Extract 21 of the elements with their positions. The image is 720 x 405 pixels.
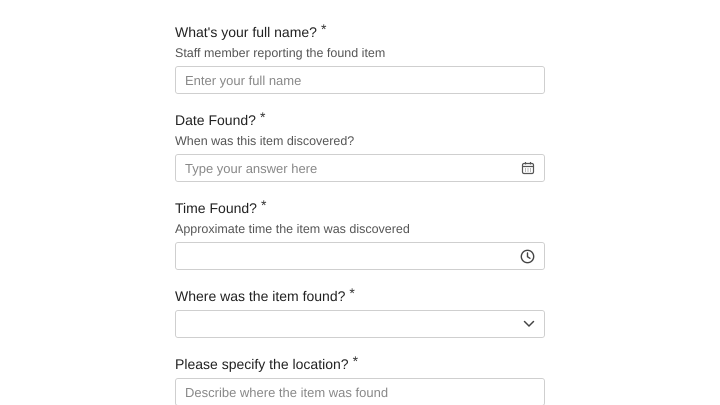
input-field[interactable]: Describe where the item was found (175, 378, 545, 405)
required-mark: * (349, 287, 355, 299)
clock-icon[interactable] (520, 248, 535, 264)
chevron-down-icon[interactable] (523, 320, 535, 328)
field-label: Time Found? (175, 199, 257, 218)
field-hint: When was this item discovered? (175, 133, 356, 150)
calendar-icon[interactable] (521, 161, 535, 175)
required-mark: * (352, 355, 358, 367)
field-label: Date Found? (175, 111, 256, 130)
field-hint: Staff member reporting the found item (175, 45, 386, 62)
time-field[interactable] (175, 242, 545, 270)
date-field[interactable]: Type your answer here (175, 154, 545, 182)
field-label: What's your full name? (175, 23, 317, 42)
required-mark: * (260, 199, 266, 211)
input-field[interactable]: Enter your full name (175, 66, 545, 94)
field-hint: Approximate time the item was discovered (175, 221, 411, 238)
field-label: Please specify the location? (175, 355, 349, 374)
required-mark: * (320, 23, 326, 35)
required-mark: * (260, 111, 266, 123)
dropdown-field[interactable] (175, 310, 545, 338)
field-label: Where was the item found? (175, 287, 346, 306)
